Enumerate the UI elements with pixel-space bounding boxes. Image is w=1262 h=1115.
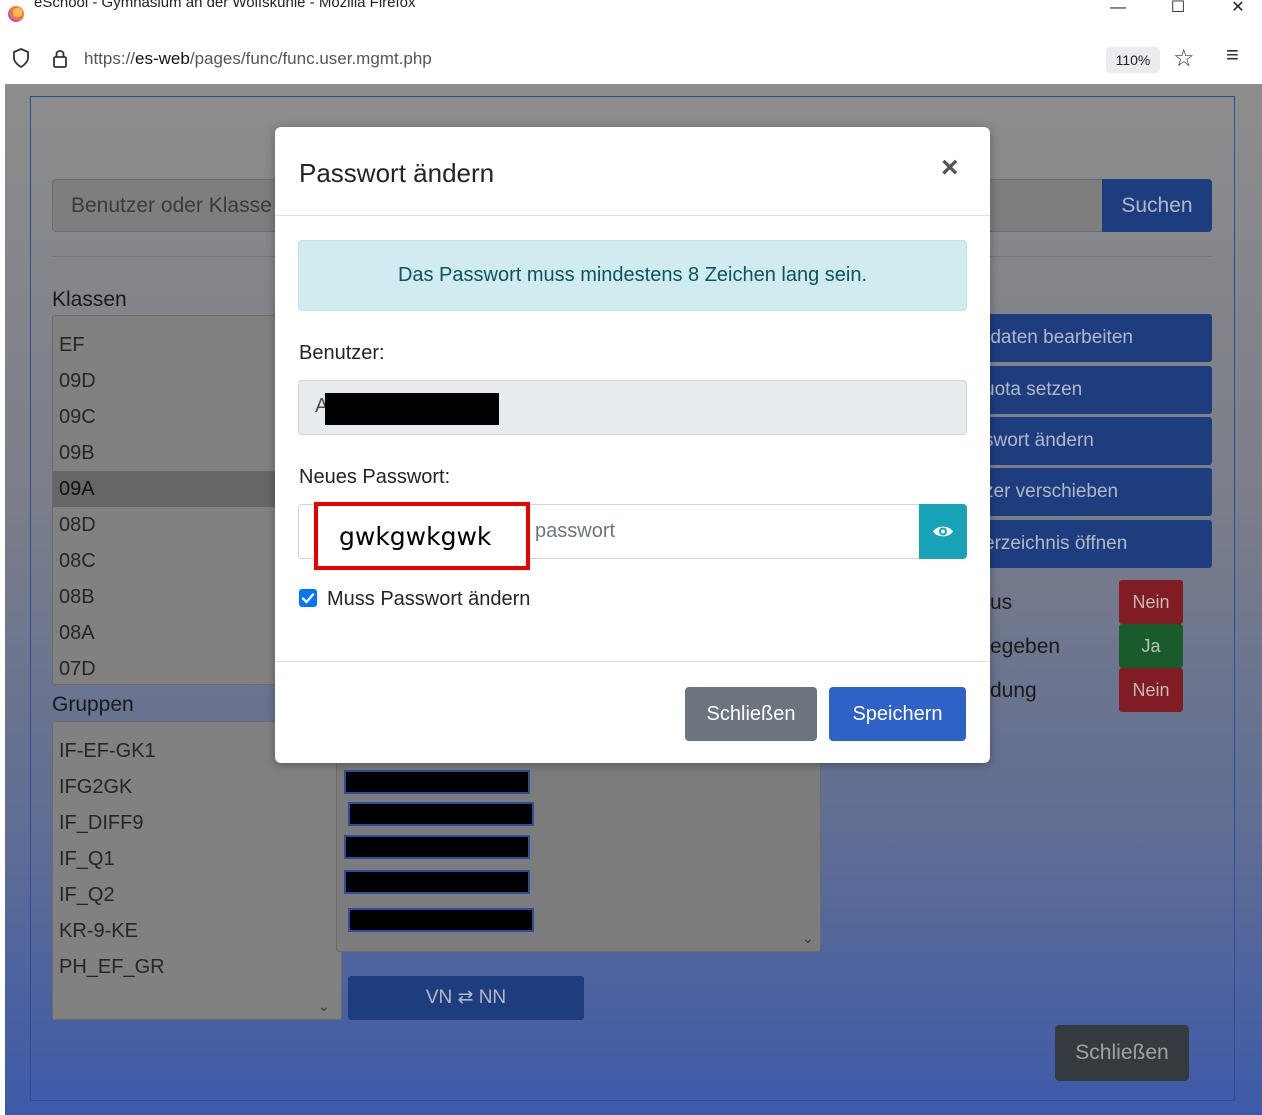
tracking-shield-icon[interactable] <box>12 48 30 68</box>
open-directory-button[interactable]: erzeichnis öffnen <box>970 520 1212 568</box>
search-placeholder: Benutzer oder Klasse <box>71 194 272 217</box>
classes-label: Klassen <box>52 288 127 311</box>
move-user-button[interactable]: zer verschieben <box>970 468 1212 516</box>
status-badge[interactable]: Nein <box>1119 668 1183 712</box>
swap-name-order-button[interactable]: VN ⇄ NN <box>348 976 584 1020</box>
status-label: us <box>990 591 1013 614</box>
groups-listbox[interactable]: IF-EF-GK1 IFG2GK IF_DIFF9 IF_Q1 IF_Q2 KR… <box>52 721 342 1020</box>
modal-footer-divider <box>275 661 990 662</box>
url-path: /pages/func/func.user.mgmt.php <box>189 49 432 68</box>
close-window-button[interactable]: ✕ <box>1218 0 1258 20</box>
window-title: eSchool - Gymnasium an der Wolfskuhle - … <box>34 0 416 11</box>
url-host: es-web <box>135 49 190 68</box>
set-quota-button[interactable]: uota setzen <box>970 366 1212 414</box>
change-password-modal: Passwort ändern × Das Passwort muss mind… <box>275 127 990 763</box>
group-item[interactable]: IF_DIFF9 <box>53 805 341 841</box>
modal-title: Passwort ändern <box>299 158 495 188</box>
bookmark-star-icon[interactable]: ☆ <box>1173 44 1195 73</box>
search-button[interactable]: Suchen <box>1102 179 1212 232</box>
eye-icon <box>933 526 953 537</box>
typed-password-highlight: gwkgwkgwk <box>314 502 530 570</box>
redaction-bar <box>348 802 534 826</box>
status-badge[interactable]: Ja <box>1119 624 1183 668</box>
firefox-logo-icon <box>8 6 24 22</box>
edit-userdata-button[interactable]: rdaten bearbeiten <box>970 314 1212 362</box>
redaction-bar <box>325 393 499 425</box>
chevron-down-icon[interactable]: ⌄ <box>318 998 330 1015</box>
redaction-bar <box>344 835 530 859</box>
group-item[interactable]: IFG2GK <box>53 769 341 805</box>
minimize-button[interactable]: — <box>1098 0 1138 20</box>
change-password-button[interactable]: swort ändern <box>970 417 1212 465</box>
window-titlebar: eSchool - Gymnasium an der Wolfskuhle - … <box>0 0 1262 26</box>
url-prefix: https:// <box>84 49 136 68</box>
password-placeholder: passwort <box>535 520 616 542</box>
modal-header-divider <box>275 215 990 216</box>
group-item[interactable]: IF_Q1 <box>53 841 341 877</box>
url-field[interactable]: https://es-web/pages/func/func.user.mgmt… <box>84 49 432 69</box>
password-length-alert: Das Passwort muss mindestens 8 Zeichen l… <box>298 240 967 311</box>
status-label: egeben <box>990 635 1061 658</box>
group-item[interactable]: KR-9-KE <box>53 913 341 949</box>
group-item[interactable]: IF_Q2 <box>53 877 341 913</box>
maximize-button[interactable]: ☐ <box>1158 0 1198 20</box>
checkmark-icon <box>301 593 315 604</box>
lock-icon[interactable] <box>52 48 68 68</box>
redaction-bar <box>348 908 534 932</box>
save-button[interactable]: Speichern <box>829 687 966 741</box>
zoom-level-button[interactable]: 110% <box>1106 47 1160 73</box>
modal-close-button[interactable]: Schließen <box>685 687 817 741</box>
address-bar: https://es-web/pages/func/func.user.mgmt… <box>0 36 1262 82</box>
status-label: dung <box>990 679 1037 702</box>
password-field-label: Neues Passwort: <box>299 466 451 488</box>
user-field-label: Benutzer: <box>299 342 385 364</box>
must-change-label[interactable]: Muss Passwort ändern <box>327 588 530 611</box>
chevron-down-icon[interactable]: ⌄ <box>802 930 814 947</box>
redaction-bar <box>344 870 530 894</box>
hamburger-menu-icon[interactable]: ≡ <box>1226 42 1239 68</box>
status-badge[interactable]: Nein <box>1119 580 1183 624</box>
redaction-bar <box>344 770 530 794</box>
show-password-button[interactable] <box>919 504 967 559</box>
group-item[interactable]: PH_EF_GR <box>53 949 341 985</box>
must-change-checkbox[interactable] <box>299 589 317 607</box>
close-icon[interactable]: × <box>941 153 959 183</box>
page-close-button[interactable]: Schließen <box>1055 1025 1189 1081</box>
typed-password-value: gwkgwkgwk <box>339 522 492 551</box>
groups-label: Gruppen <box>52 693 134 716</box>
